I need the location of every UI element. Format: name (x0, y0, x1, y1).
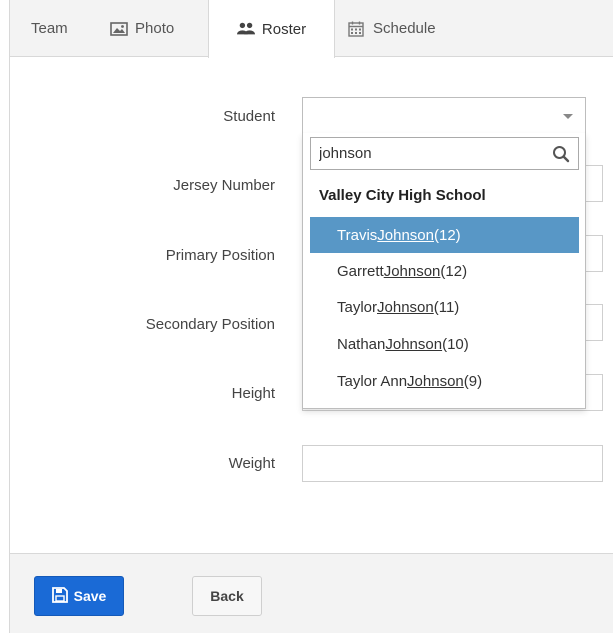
option-last-name: Johnson (383, 262, 441, 280)
tab-photo[interactable]: Photo (110, 0, 174, 57)
option-first-name: Garrett (337, 262, 384, 280)
save-icon (51, 586, 68, 606)
tab-roster-label: Roster (261, 20, 307, 38)
save-button[interactable]: Save (34, 576, 124, 616)
option-grade: (12) (440, 262, 468, 280)
option-grade: (10) (442, 335, 469, 353)
secondary-position-label: Secondary Position (145, 316, 275, 333)
calendar-icon (348, 21, 366, 37)
student-option[interactable]: Garrett Johnson (12) (310, 253, 579, 289)
student-option[interactable]: Taylor Johnson (11) (310, 289, 579, 325)
option-first-name: Taylor (337, 298, 378, 316)
tab-roster[interactable]: Roster (208, 0, 335, 58)
student-search-box (310, 137, 579, 170)
option-last-name: Johnson (385, 335, 443, 353)
back-button-label: Back (210, 588, 244, 604)
option-group-label: Valley City High School (319, 187, 486, 204)
tab-schedule-label: Schedule (373, 20, 436, 37)
back-button[interactable]: Back (192, 576, 262, 616)
primary-position-label: Primary Position (165, 247, 275, 264)
student-option[interactable]: Travis Johnson (12) (310, 217, 579, 253)
weight-label: Weight (228, 455, 275, 472)
tab-schedule[interactable]: Schedule (348, 0, 436, 57)
student-label: Student (223, 108, 275, 125)
option-grade: (11) (433, 298, 460, 316)
jersey-number-label: Jersey Number (173, 177, 275, 194)
tab-photo-label: Photo (135, 20, 175, 37)
student-option[interactable]: Taylor Ann Johnson (9) (310, 363, 579, 399)
users-icon (236, 21, 255, 37)
student-select[interactable] (302, 97, 586, 134)
caret-down-icon (563, 114, 573, 119)
student-search-input[interactable] (311, 138, 551, 169)
option-last-name: Johnson (377, 298, 434, 316)
student-option[interactable]: Nathan Johnson (10) (310, 326, 579, 362)
save-button-label: Save (73, 588, 107, 604)
search-icon (552, 145, 570, 163)
tab-bar: Team Photo Roster Schedule (10, 0, 613, 58)
option-grade: (9) (463, 372, 483, 390)
option-last-name: Johnson (407, 372, 464, 390)
option-first-name: Taylor Ann (337, 372, 408, 390)
option-grade: (12) (434, 226, 461, 244)
tab-team[interactable]: Team (31, 0, 68, 57)
roster-panel: Team Photo Roster Schedule Student Jerse… (9, 0, 613, 633)
student-dropdown: Valley City High School Travis Johnson (… (302, 133, 586, 409)
weight-field[interactable] (302, 445, 603, 482)
form-footer: Save Back (10, 553, 613, 633)
option-first-name: Nathan (337, 335, 386, 353)
option-first-name: Travis (337, 226, 378, 244)
photo-icon (110, 21, 128, 37)
option-last-name: Johnson (377, 226, 434, 244)
height-label: Height (231, 385, 275, 402)
tab-team-label: Team (31, 20, 68, 37)
